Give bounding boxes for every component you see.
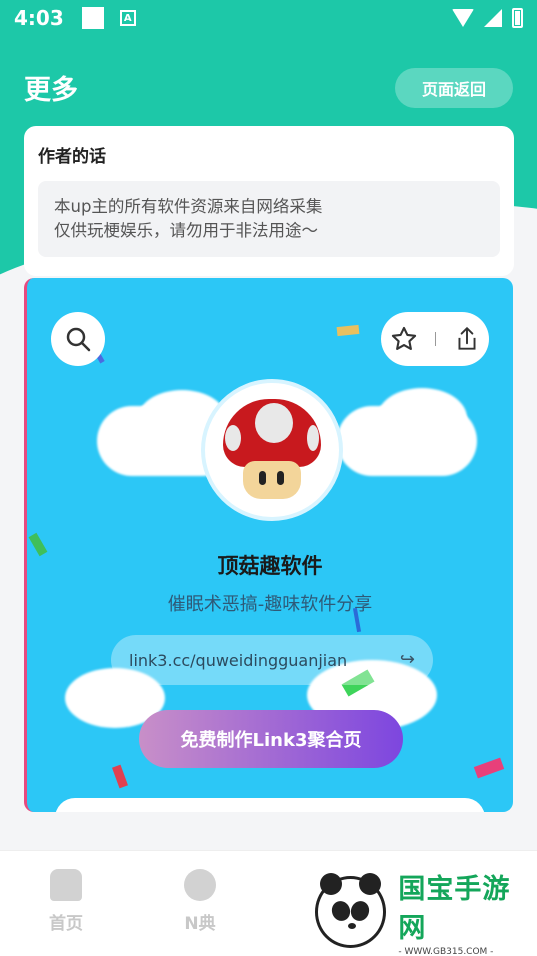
star-icon[interactable] [390, 325, 418, 353]
author-message-line-2: 仅供玩梗娱乐，请勿用于非法用途～ [54, 221, 318, 240]
nav-item-home[interactable]: 首页 [36, 869, 96, 934]
preview-actions [381, 312, 489, 366]
search-icon [66, 327, 91, 352]
profile-link-text: link3.cc/quweidingguanjian [129, 650, 348, 670]
share-icon[interactable] [454, 325, 480, 353]
author-card: 作者的话 本up主的所有软件资源来自网络采集 仅供玩梗娱乐，请勿用于非法用途～ [24, 126, 514, 276]
confetti-piece [336, 324, 360, 337]
nav-item-label: N典 [184, 914, 216, 934]
page-title: 更多 [24, 75, 78, 106]
watermark-title: 国宝手游网 [398, 874, 511, 944]
link3-preview[interactable]: 顶菇趣软件 催眠术恶搞-趣味软件分享 link3.cc/quweidinggua… [24, 278, 513, 812]
status-time: 4:03 [14, 6, 64, 30]
forward-arrow-icon[interactable]: ↪ [400, 649, 415, 670]
avatar [201, 379, 343, 521]
profile-subtitle: 催眠术恶搞-趣味软件分享 [167, 594, 373, 615]
status-bar: 4:03 A [0, 0, 537, 36]
wifi-icon [452, 9, 474, 27]
nav-item-label: 首页 [49, 914, 83, 934]
make-link3-button[interactable]: 免费制作Link3聚合页 [139, 710, 403, 768]
profile-link[interactable]: link3.cc/quweidingguanjian ↪ [111, 635, 433, 685]
divider [435, 332, 437, 346]
profile-name: 顶菇趣软件 [217, 554, 323, 578]
author-message: 本up主的所有软件资源来自网络采集 仅供玩梗娱乐，请勿用于非法用途～ [38, 181, 500, 257]
battery-icon [512, 8, 523, 28]
page-header: 更多 页面返回 [0, 62, 537, 116]
confetti-piece [473, 757, 505, 779]
back-button[interactable]: 页面返回 [395, 68, 513, 108]
notification-square-icon [81, 7, 104, 29]
home-icon [50, 869, 82, 901]
preview-search-button[interactable] [51, 312, 105, 366]
panda-logo-icon [315, 873, 387, 948]
watermark: 国宝手游网 - WWW.GB315.COM - [295, 868, 537, 956]
watermark-url: - WWW.GB315.COM - [398, 947, 494, 956]
nav-item-ndian[interactable]: N典 [170, 869, 230, 934]
a-notification-icon: A [119, 10, 136, 26]
mushroom-icon [205, 383, 339, 517]
confetti-piece [112, 764, 128, 789]
preview-bottom-card [55, 798, 485, 812]
author-card-title: 作者的话 [38, 142, 114, 169]
compass-icon [184, 869, 216, 901]
signal-icon [484, 9, 502, 27]
cloud-right-2 [377, 388, 467, 448]
author-message-line-1: 本up主的所有软件资源来自网络采集 [54, 197, 323, 216]
